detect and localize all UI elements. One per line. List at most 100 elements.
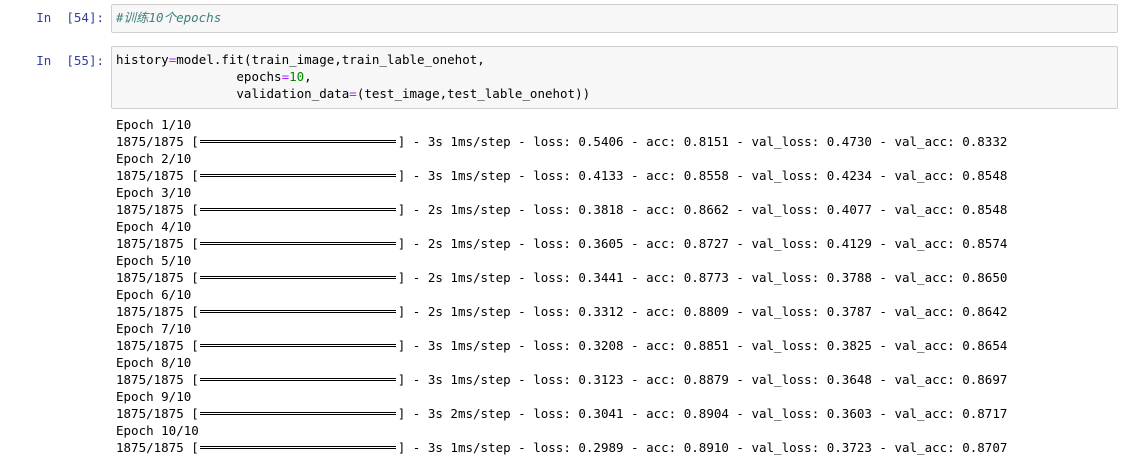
val-acc-value: 0.8697 bbox=[962, 372, 1008, 387]
epoch-label: Epoch 7/10 bbox=[116, 321, 192, 336]
step-counter: 1875/1875 bbox=[116, 270, 184, 285]
loss-value: 0.3041 bbox=[578, 406, 624, 421]
code-token: validation_data bbox=[116, 86, 350, 101]
progress-bar-fill bbox=[200, 412, 397, 415]
step-counter: 1875/1875 bbox=[116, 168, 184, 183]
step-time: 2s 1ms/step bbox=[427, 304, 511, 319]
epoch-progress-line: 1875/1875 [] - 2s 1ms/step - loss: 0.360… bbox=[116, 236, 1008, 251]
code-token: model.fit(train_image,train_lable_onehot… bbox=[176, 52, 485, 67]
progress-bar-fill bbox=[200, 174, 397, 177]
progress-bar: [] bbox=[191, 338, 406, 353]
val-loss-value: 0.3648 bbox=[826, 372, 872, 387]
val-acc-value: 0.8654 bbox=[962, 338, 1008, 353]
step-time: 2s 1ms/step bbox=[427, 270, 511, 285]
progress-bar: [] bbox=[191, 202, 406, 217]
val-acc-value: 0.8332 bbox=[962, 134, 1008, 149]
progress-bar: [] bbox=[191, 270, 406, 285]
epoch-label: Epoch 10/10 bbox=[116, 423, 199, 438]
epoch-label: Epoch 3/10 bbox=[116, 185, 192, 200]
cell-55-prompt: In [55]: bbox=[36, 53, 104, 68]
progress-bar-fill bbox=[200, 242, 397, 245]
step-time: 2s 1ms/step bbox=[427, 236, 511, 251]
acc-value: 0.8904 bbox=[683, 406, 729, 421]
val-loss-value: 0.3825 bbox=[826, 338, 872, 353]
val-loss-value: 0.4129 bbox=[826, 236, 872, 251]
val-loss-value: 0.3603 bbox=[826, 406, 872, 421]
step-time: 3s 1ms/step bbox=[427, 440, 511, 455]
step-counter: 1875/1875 bbox=[116, 304, 184, 319]
code-comment: #训练10个epochs bbox=[116, 10, 222, 25]
progress-bar: [] bbox=[191, 134, 406, 149]
code-token: (test_image,test_lable_onehot)) bbox=[356, 86, 591, 101]
cell-55-input[interactable]: history = model.fit(train_image,train_labl… bbox=[111, 46, 1118, 109]
epoch-label: Epoch 4/10 bbox=[116, 219, 192, 234]
val-acc-value: 0.8717 bbox=[962, 406, 1008, 421]
step-time: 2s 1ms/step bbox=[427, 202, 511, 217]
progress-bar-fill bbox=[200, 276, 397, 279]
acc-value: 0.8910 bbox=[683, 440, 729, 455]
code-line-2: epochs=10, bbox=[116, 68, 1113, 85]
acc-value: 0.8879 bbox=[683, 372, 729, 387]
progress-bar: [] bbox=[191, 236, 406, 251]
code-line-3: validation_data=(test_image,test_lable_o… bbox=[116, 85, 1113, 102]
code-token: epochs bbox=[116, 69, 282, 84]
epoch-label: Epoch 1/10 bbox=[116, 117, 192, 132]
progress-bar-fill bbox=[200, 378, 397, 381]
val-acc-value: 0.8650 bbox=[962, 270, 1008, 285]
val-acc-value: 0.8548 bbox=[962, 168, 1008, 183]
val-acc-value: 0.8707 bbox=[962, 440, 1008, 455]
step-counter: 1875/1875 bbox=[116, 440, 184, 455]
code-operator: = bbox=[281, 69, 290, 84]
loss-value: 0.3605 bbox=[578, 236, 624, 251]
step-counter: 1875/1875 bbox=[116, 406, 184, 421]
progress-bar-fill bbox=[200, 344, 397, 347]
epoch-progress-line: 1875/1875 [] - 2s 1ms/step - loss: 0.381… bbox=[116, 202, 1008, 217]
step-counter: 1875/1875 bbox=[116, 372, 184, 387]
loss-value: 0.3312 bbox=[578, 304, 624, 319]
acc-value: 0.8727 bbox=[683, 236, 729, 251]
progress-bar-fill bbox=[200, 140, 397, 143]
loss-value: 0.3818 bbox=[578, 202, 624, 217]
step-time: 3s 1ms/step bbox=[427, 372, 511, 387]
acc-value: 0.8151 bbox=[683, 134, 729, 149]
epoch-label: Epoch 9/10 bbox=[116, 389, 192, 404]
step-time: 3s 1ms/step bbox=[427, 338, 511, 353]
acc-value: 0.8662 bbox=[683, 202, 729, 217]
code-line-1: history=model.fit(train_image,train_labl… bbox=[116, 51, 1113, 68]
val-loss-value: 0.3788 bbox=[826, 270, 872, 285]
step-counter: 1875/1875 bbox=[116, 338, 184, 353]
loss-value: 0.3441 bbox=[578, 270, 624, 285]
step-time: 3s 1ms/step bbox=[427, 134, 511, 149]
acc-value: 0.8558 bbox=[683, 168, 729, 183]
step-counter: 1875/1875 bbox=[116, 202, 184, 217]
epoch-label: Epoch 6/10 bbox=[116, 287, 192, 302]
val-acc-value: 0.8574 bbox=[962, 236, 1008, 251]
epoch-progress-line: 1875/1875 [] - 3s 1ms/step - loss: 0.298… bbox=[116, 440, 1008, 455]
epoch-progress-line: 1875/1875 [] - 3s 1ms/step - loss: 0.413… bbox=[116, 168, 1008, 183]
epoch-progress-line: 1875/1875 [] - 2s 1ms/step - loss: 0.331… bbox=[116, 304, 1008, 319]
progress-bar-fill bbox=[200, 208, 397, 211]
epoch-progress-line: 1875/1875 [] - 3s 1ms/step - loss: 0.312… bbox=[116, 372, 1008, 387]
progress-bar: [] bbox=[191, 304, 406, 319]
loss-value: 0.3123 bbox=[578, 372, 624, 387]
val-loss-value: 0.4077 bbox=[826, 202, 872, 217]
step-time: 3s 1ms/step bbox=[427, 168, 511, 183]
epoch-progress-line: 1875/1875 [] - 3s 1ms/step - loss: 0.320… bbox=[116, 338, 1008, 353]
acc-value: 0.8773 bbox=[683, 270, 729, 285]
epoch-label: Epoch 8/10 bbox=[116, 355, 192, 370]
epoch-label: Epoch 5/10 bbox=[116, 253, 192, 268]
cell-55-output: Epoch 1/10 1875/1875 [] - 3s 1ms/step - l… bbox=[116, 116, 1126, 456]
val-acc-value: 0.8548 bbox=[962, 202, 1008, 217]
code-number: 10 bbox=[289, 69, 305, 84]
acc-value: 0.8809 bbox=[683, 304, 729, 319]
loss-value: 0.5406 bbox=[578, 134, 624, 149]
progress-bar-fill bbox=[200, 310, 397, 313]
loss-value: 0.4133 bbox=[578, 168, 624, 183]
cell-54-input[interactable]: #训练10个epochs bbox=[111, 4, 1118, 33]
val-acc-value: 0.8642 bbox=[962, 304, 1008, 319]
val-loss-value: 0.4234 bbox=[826, 168, 872, 183]
code-token: , bbox=[304, 69, 312, 84]
val-loss-value: 0.3787 bbox=[826, 304, 872, 319]
cell-54-prompt: In [54]: bbox=[36, 10, 104, 25]
step-counter: 1875/1875 bbox=[116, 236, 184, 251]
